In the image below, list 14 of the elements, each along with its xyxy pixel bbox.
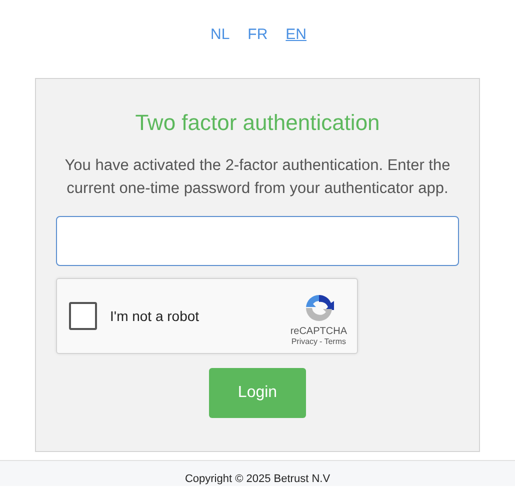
language-link[interactable]: EN bbox=[286, 26, 307, 52]
code-input-field[interactable] bbox=[56, 216, 459, 266]
privacy-link[interactable]: Privacy bbox=[291, 337, 318, 346]
card-title: Two factor authentication bbox=[134, 110, 381, 136]
login-button[interactable]: Login bbox=[209, 368, 306, 418]
terms-link[interactable]: Terms bbox=[324, 337, 346, 346]
separator-text: - bbox=[320, 337, 322, 346]
captcha-checkbox[interactable] bbox=[69, 302, 97, 330]
language-link[interactable]: FR bbox=[248, 26, 268, 52]
captcha-label: I'm not a robot bbox=[110, 308, 200, 324]
language-link[interactable]: NL bbox=[210, 26, 230, 52]
instruction-text: You have activated the 2-factor authentication. Enter the current one-time password from your authenticator app. bbox=[64, 156, 452, 199]
copyright-text: Copyright © 2025 Betrust N.V bbox=[184, 473, 330, 486]
captcha-brand: reCAPTCHA bbox=[290, 326, 347, 337]
